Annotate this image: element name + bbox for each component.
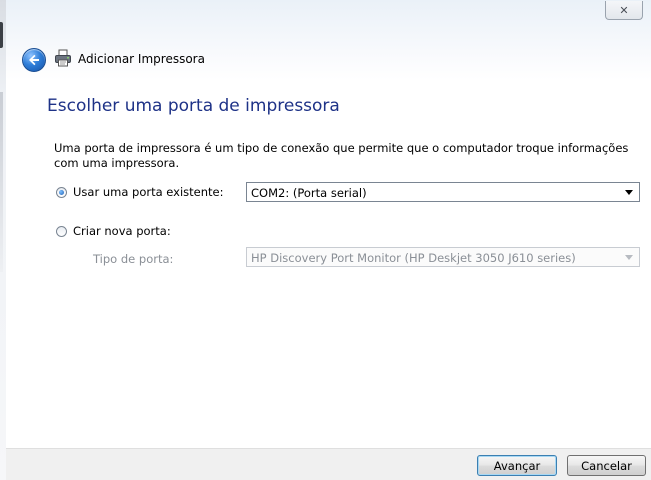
radio-label-existing: Usar uma porta existente: [73,185,224,199]
port-type-value: HP Discovery Port Monitor (HP Deskjet 30… [251,251,576,265]
window-title: Adicionar Impressora [78,52,205,66]
chevron-down-icon [625,255,633,260]
port-type-label: Tipo de porta: [93,252,174,266]
radio-button-existing[interactable] [56,186,67,198]
radio-label-new: Criar nova porta: [73,224,171,238]
title-bar: ✕ [6,0,651,80]
close-button[interactable]: ✕ [605,1,643,20]
port-type-select: HP Discovery Port Monitor (HP Deskjet 30… [246,247,640,267]
cancel-button[interactable]: Cancelar [567,455,646,476]
existing-port-select[interactable]: COM2: (Porta serial) [246,182,640,202]
cancel-button-label: Cancelar [581,458,632,473]
close-icon: ✕ [619,3,629,17]
page-heading: Escolher uma porta de impressora [47,96,340,116]
next-button-label: Avançar [493,458,541,473]
back-button[interactable] [22,48,46,72]
radio-existing-port[interactable]: Usar uma porta existente: [56,185,224,199]
next-button[interactable]: Avançar [477,455,557,476]
radio-new-port[interactable]: Criar nova porta: [56,224,171,238]
back-arrow-icon [29,54,39,66]
chevron-down-icon [625,190,633,195]
page-description: Uma porta de impressora é um tipo de con… [54,141,629,170]
existing-port-value: COM2: (Porta serial) [251,186,367,200]
printer-icon [55,49,71,67]
radio-button-new[interactable] [56,225,67,237]
